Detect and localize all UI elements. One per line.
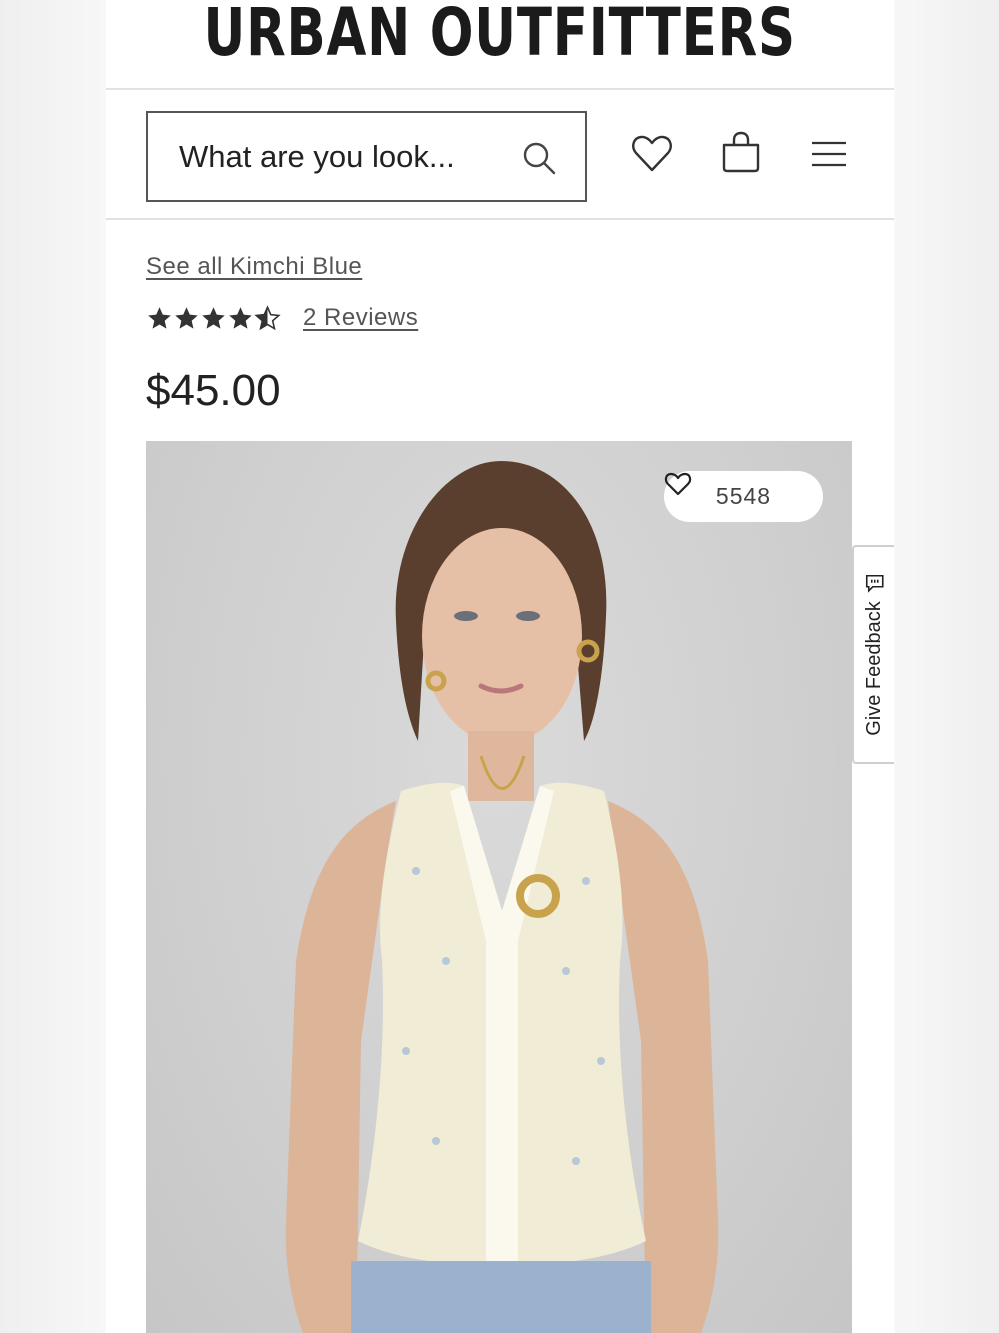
search-input[interactable]: [179, 138, 499, 175]
feedback-chat-icon: [865, 575, 883, 594]
likes-count: 5548: [715, 483, 772, 509]
star-rating: [146, 304, 281, 332]
product-rating: 2 Reviews: [146, 302, 418, 334]
heart-outline-icon: [664, 472, 692, 496]
product-page: URBAN OUTFITTERS Sleeveless Blouse See a…: [106, 0, 894, 1333]
give-feedback-tab[interactable]: Give Feedback: [852, 545, 894, 764]
shopping-bag-icon[interactable]: [719, 130, 763, 174]
star-full-icon: [229, 306, 252, 329]
star-full-icon: [175, 306, 198, 329]
model-photo: [285, 461, 719, 1333]
product-image[interactable]: 5548: [146, 441, 852, 1333]
search-header: [106, 92, 894, 220]
likes-button[interactable]: 5548: [664, 471, 823, 522]
brand-logo[interactable]: URBAN OUTFITTERS: [204, 0, 796, 66]
see-all-brand-link[interactable]: See all Kimchi Blue: [146, 253, 362, 281]
star-full-icon: [202, 306, 225, 329]
hamburger-menu-icon[interactable]: [809, 132, 853, 176]
give-feedback-label: Give Feedback: [862, 601, 885, 736]
search-field-container[interactable]: [146, 111, 587, 202]
star-half-icon: [254, 304, 281, 330]
product-price: $45.00: [146, 366, 281, 415]
reviews-link[interactable]: 2 Reviews: [303, 304, 418, 332]
site-header-logo[interactable]: URBAN OUTFITTERS: [106, 0, 894, 90]
heart-icon[interactable]: [630, 132, 674, 176]
star-full-icon: [148, 306, 171, 329]
search-icon[interactable]: [521, 140, 557, 176]
